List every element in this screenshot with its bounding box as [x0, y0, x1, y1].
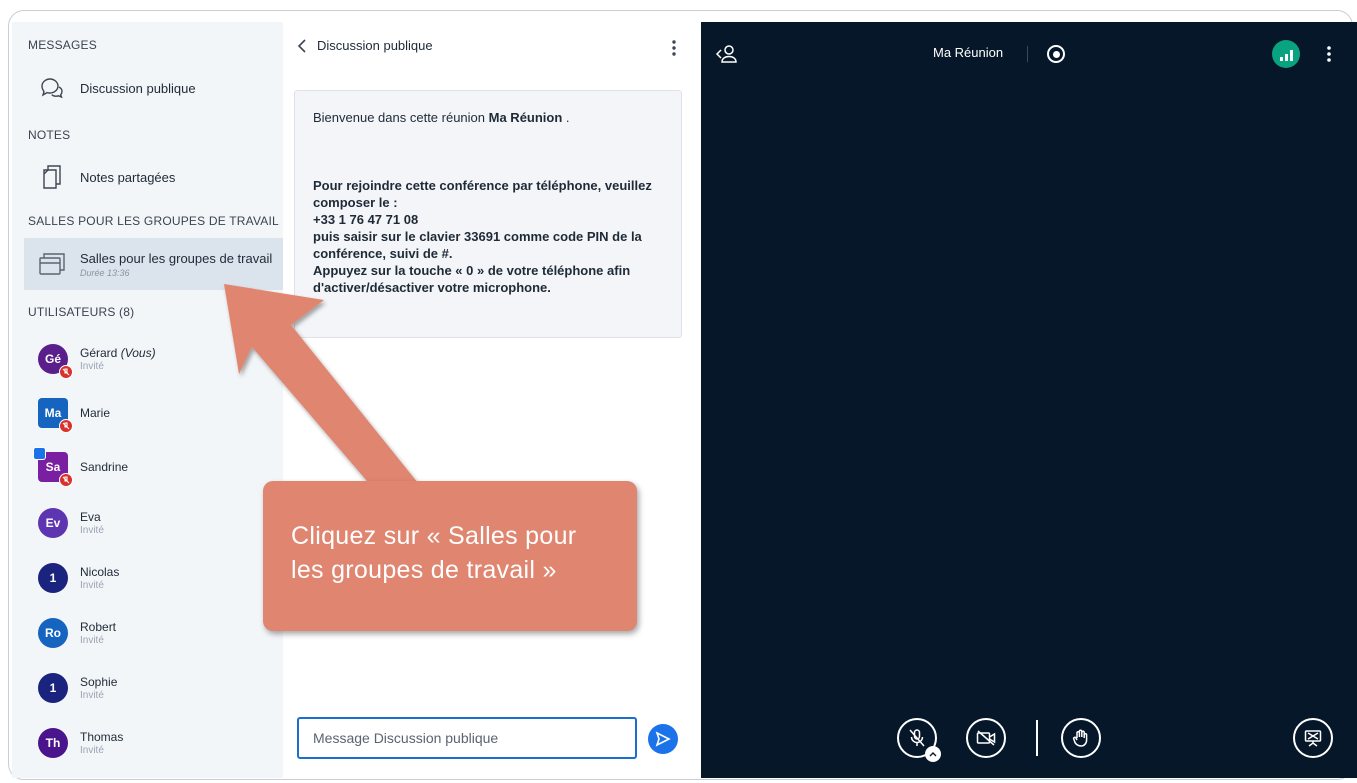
user-list-item[interactable]: 1 Nicolas Invité — [24, 553, 283, 603]
messages-section-title: MESSAGES — [28, 38, 97, 52]
breakout-rooms-icon — [38, 250, 66, 278]
chat-bubbles-icon — [38, 74, 66, 102]
avatar-initials: 1 — [49, 571, 57, 585]
avatar: 1 — [38, 673, 68, 703]
muted-mic-icon — [59, 473, 73, 487]
chevron-left-icon[interactable] — [297, 38, 307, 53]
sidebar-item-breakout-rooms[interactable]: Salles pour les groupes de travail Durée… — [24, 238, 283, 290]
avatar: Ro — [38, 618, 68, 648]
send-icon — [655, 731, 671, 747]
welcome-suffix: . — [562, 110, 570, 125]
user-list-item[interactable]: Ro Robert Invité — [24, 608, 283, 658]
user-name: Robert — [80, 620, 117, 634]
user-role: Invité — [80, 361, 104, 372]
avatar: Ma — [38, 398, 73, 433]
avatar: Gé — [38, 344, 73, 379]
camera-off-icon — [976, 730, 996, 746]
phone-number: +33 1 76 47 71 08 — [313, 212, 419, 227]
sidebar-item-label: Discussion publique — [80, 80, 196, 96]
avatar-initials: Gé — [44, 352, 61, 366]
record-icon[interactable] — [1047, 45, 1065, 63]
user-list-item[interactable]: Sa Sandrine — [24, 442, 283, 492]
controls-separator — [1036, 720, 1038, 756]
avatar-initials: 1 — [49, 681, 57, 695]
user-role: Invité — [80, 635, 104, 646]
users-toggle-icon[interactable] — [715, 43, 739, 65]
user-name: Gérard — [80, 346, 118, 360]
meeting-area: Ma Réunion — [701, 22, 1357, 778]
user-name: Sophie — [80, 675, 118, 689]
welcome-message: Bienvenue dans cette réunion Ma Réunion … — [294, 90, 682, 338]
user-list-item[interactable]: Gé Gérard (Vous) Invité — [24, 334, 283, 384]
you-label: (Vous) — [120, 346, 156, 360]
phone-line-2: puis saisir sur le clavier 33691 comme c… — [313, 229, 642, 261]
phone-line-3: Appuyez sur la touche « 0 » de votre tél… — [313, 263, 631, 295]
sidebar-item-shared-notes[interactable]: Notes partagées — [24, 154, 283, 200]
user-list-item[interactable]: Ev Eva Invité — [24, 498, 283, 548]
user-role: Invité — [80, 745, 104, 756]
raise-hand-icon — [1072, 729, 1088, 747]
callout-text: Cliquez sur « Salles pour les groupes de… — [291, 522, 577, 584]
chat-header[interactable]: Discussion publique — [297, 38, 433, 53]
avatar-initials: Th — [45, 736, 61, 750]
more-options-icon[interactable] — [1326, 44, 1332, 64]
avatar-initials: Ev — [45, 516, 61, 530]
user-list-item[interactable]: Ma Marie — [24, 388, 283, 438]
muted-mic-icon — [59, 419, 73, 433]
send-button[interactable] — [648, 724, 678, 754]
title-separator — [1027, 46, 1028, 62]
welcome-meeting-name: Ma Réunion — [488, 110, 563, 125]
avatar-initials: Sa — [45, 460, 61, 474]
breakout-duration: Durée 13:36 — [80, 267, 130, 278]
user-name: Thomas — [80, 730, 124, 744]
user-role: Invité — [80, 580, 104, 591]
meeting-title: Ma Réunion — [933, 45, 1004, 60]
restore-presentation-button[interactable] — [1293, 718, 1333, 758]
audio-options-chevron-icon[interactable] — [925, 746, 941, 762]
notes-section-title: NOTES — [28, 128, 71, 142]
chat-panel: Discussion publique Bienvenue dans cette… — [283, 22, 701, 778]
connection-status-icon[interactable] — [1272, 40, 1300, 68]
user-name: Sandrine — [80, 460, 129, 474]
user-list-item[interactable]: Th Thomas Invité — [24, 718, 283, 768]
sidebar: MESSAGES Discussion publique NOTES Notes… — [12, 22, 283, 778]
presenter-icon — [33, 447, 46, 460]
user-role: Invité — [80, 690, 104, 701]
chat-message-input[interactable] — [297, 717, 637, 759]
muted-mic-icon — [59, 365, 73, 379]
chat-title: Discussion publique — [317, 38, 433, 53]
user-name: Eva — [80, 510, 101, 524]
more-options-icon[interactable] — [669, 38, 679, 58]
tutorial-callout: Cliquez sur « Salles pour les groupes de… — [263, 481, 637, 631]
phone-instructions: Pour rejoindre cette conférence par télé… — [313, 177, 663, 296]
user-name: Marie — [80, 406, 111, 420]
share-webcam-button[interactable] — [966, 718, 1006, 758]
avatar: 1 — [38, 563, 68, 593]
sidebar-item-label: Salles pour les groupes de travail — [80, 250, 273, 266]
unmute-microphone-button[interactable] — [897, 718, 941, 762]
avatar: Sa — [33, 447, 73, 487]
welcome-line: Bienvenue dans cette réunion Ma Réunion … — [313, 109, 663, 126]
avatar-initials: Ro — [45, 626, 61, 640]
breakout-section-title: SALLES POUR LES GROUPES DE TRAVAIL — [28, 214, 279, 228]
user-role: Invité — [80, 525, 104, 536]
users-section-title: UTILISATEURS (8) — [28, 305, 135, 319]
document-icon — [38, 163, 66, 191]
avatar: Th — [38, 728, 68, 758]
avatar-initials: Ma — [44, 406, 62, 420]
raise-hand-button[interactable] — [1061, 718, 1101, 758]
sidebar-item-label: Notes partagées — [80, 169, 176, 185]
welcome-text: Bienvenue dans cette réunion — [313, 110, 489, 125]
user-list-item[interactable]: 1 Sophie Invité — [24, 663, 283, 713]
presentation-icon — [1304, 730, 1322, 747]
avatar: Ev — [38, 508, 68, 538]
phone-line-1: Pour rejoindre cette conférence par télé… — [313, 178, 652, 210]
microphone-off-icon — [909, 729, 925, 747]
user-name: Nicolas — [80, 565, 120, 579]
sidebar-item-public-chat[interactable]: Discussion publique — [24, 65, 283, 111]
